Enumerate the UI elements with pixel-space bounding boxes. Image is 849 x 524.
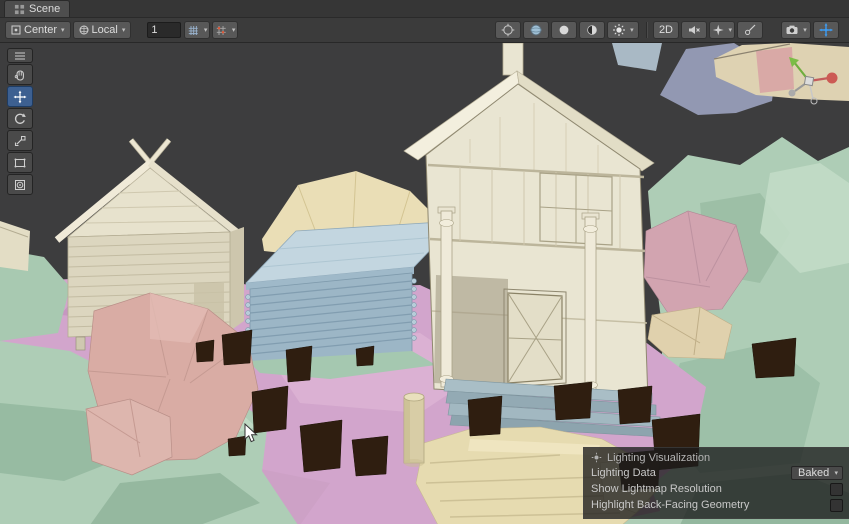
tool-scale-button[interactable] (7, 130, 33, 151)
effects-icon (712, 23, 724, 37)
show-lightmap-resolution-label: Show Lightmap Resolution (591, 483, 722, 495)
camera-icon (785, 23, 799, 37)
pivot-mode-dropdown[interactable]: Center▾ (5, 21, 71, 39)
snap-settings-icon (215, 24, 227, 37)
gizmos-toggle[interactable] (737, 21, 763, 39)
camera-dropdown[interactable]: ▾ (781, 21, 811, 39)
pivot-icon (11, 25, 21, 35)
show-lightmap-resolution-row: Show Lightmap Resolution (591, 481, 843, 497)
fog-icon (557, 23, 571, 37)
tab-scene[interactable]: Scene (4, 0, 70, 17)
scale-tool-icon (13, 134, 27, 148)
snap-settings-dropdown[interactable]: ▾ (212, 21, 238, 39)
scene-navigation-toggle[interactable] (813, 21, 839, 39)
scene-toolbar: Center▾ Local▾ ▾ ▾ (0, 18, 849, 43)
tool-move-button[interactable] (7, 86, 33, 107)
tool-transform-button[interactable] (7, 174, 33, 195)
tool-rect-button[interactable] (7, 152, 33, 173)
highlight-backfacing-row: Highlight Back-Facing Geometry (591, 497, 843, 513)
lighting-data-label: Lighting Data (591, 467, 656, 479)
flare-icon (585, 23, 599, 37)
lighting-data-row: Lighting Data Baked ▾ (591, 465, 843, 481)
lighting-data-dropdown[interactable]: Baked ▾ (791, 466, 843, 480)
move-tool-icon (13, 90, 27, 104)
highlight-backfacing-checkbox[interactable] (830, 499, 843, 512)
rotate-tool-icon (13, 112, 27, 126)
rect-tool-icon (13, 156, 27, 170)
show-lightmap-resolution-checkbox[interactable] (830, 483, 843, 496)
flare-toggle[interactable] (579, 21, 605, 39)
hand-tool-icon (13, 68, 27, 82)
grid-visibility-dropdown[interactable]: ▾ (184, 21, 210, 39)
crosshair-toggle[interactable] (495, 21, 521, 39)
toolbar-separator (646, 22, 648, 38)
audio-mute-icon (687, 23, 701, 37)
lighting-visualization-panel: Lighting Visualization Lighting Data Bak… (583, 447, 849, 519)
tool-column (7, 48, 33, 195)
tool-hand-button[interactable] (7, 64, 33, 85)
scene-navigation-icon (819, 23, 833, 37)
lighting-panel-title: Lighting Visualization (607, 452, 710, 464)
highlight-backfacing-label: Highlight Back-Facing Geometry (591, 499, 749, 511)
toggle-2d-button[interactable]: 2D (653, 21, 679, 39)
scene-orientation-gizmo[interactable] (777, 47, 841, 111)
scene-tab-icon (14, 4, 25, 15)
scene-lighting-dropdown[interactable]: ▾ (607, 21, 639, 39)
tab-label: Scene (29, 3, 60, 15)
lighting-panel-header: Lighting Visualization (591, 450, 843, 465)
lighting-panel-icon (591, 452, 602, 463)
scene-lighting-icon (612, 23, 626, 37)
effects-dropdown[interactable]: ▾ (709, 21, 735, 39)
toolbar-right-group: ▾ (781, 21, 841, 39)
crosshair-icon (501, 23, 515, 37)
grid-visibility-icon (187, 24, 199, 37)
skybox-toggle[interactable] (523, 21, 549, 39)
unity-scene-window: Scene Center▾ Local▾ ▾ ▾ (0, 0, 849, 524)
grid-size-field[interactable] (147, 22, 181, 38)
audio-toggle[interactable] (681, 21, 707, 39)
fog-toggle[interactable] (551, 21, 577, 39)
toolbar-center-group: ▾ 2D ▾ (495, 21, 765, 39)
gizmos-icon (743, 23, 757, 37)
scene-viewport[interactable]: Lighting Visualization Lighting Data Bak… (0, 43, 849, 524)
menu-icon (13, 51, 27, 61)
tool-menu-button[interactable] (7, 48, 33, 63)
transform-tool-icon (13, 178, 27, 192)
tab-bar: Scene (0, 0, 849, 18)
pivot-rotation-dropdown[interactable]: Local▾ (73, 21, 132, 39)
globe-icon (79, 25, 89, 35)
wooden-post[interactable] (404, 393, 424, 467)
skybox-icon (529, 23, 543, 37)
tool-rotate-button[interactable] (7, 108, 33, 129)
